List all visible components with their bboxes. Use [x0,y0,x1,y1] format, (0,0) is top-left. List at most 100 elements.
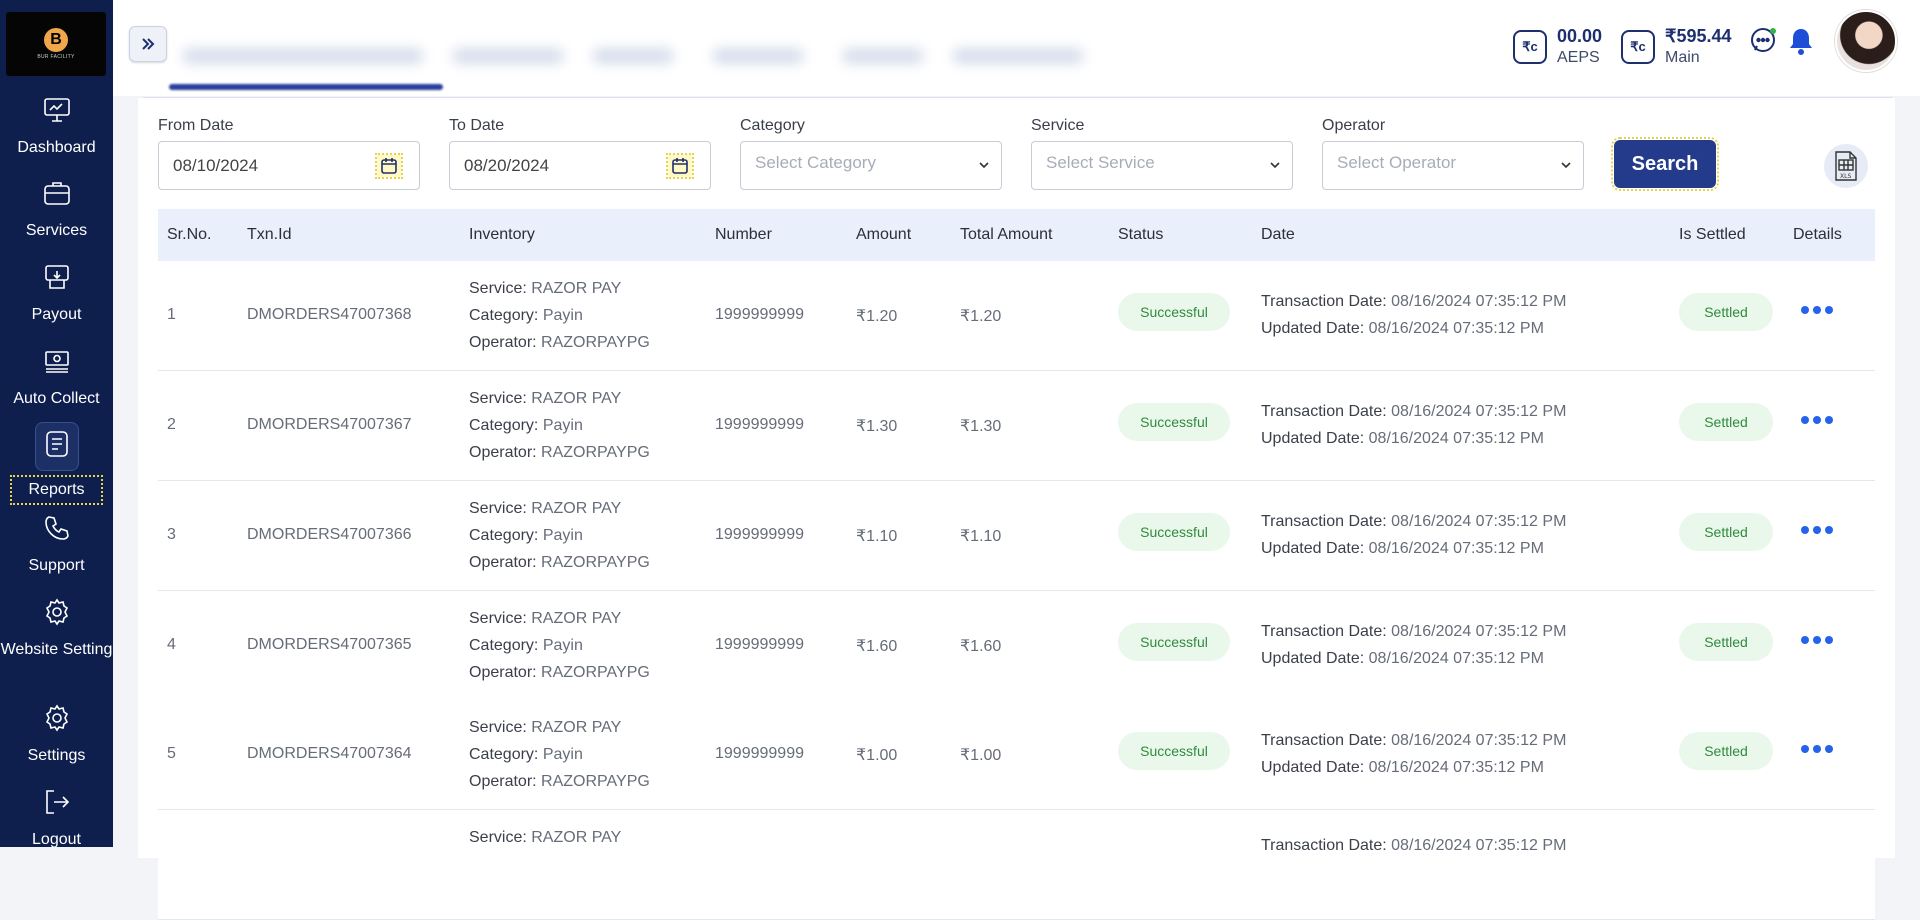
inventory-service: Service: RAZOR PAY [469,385,650,412]
transaction-date: Transaction Date: 08/16/2024 07:35:12 PM [1261,508,1566,535]
upd-date-key: Updated Date: [1261,430,1365,447]
xls-file-icon: XLS [1835,151,1857,181]
inventory-service: Service: RAZOR PAY [469,275,650,302]
txn-date-key: Transaction Date: [1261,293,1387,310]
details-more-icon[interactable] [1801,306,1833,318]
inventory-category: Category: Payin [469,632,650,659]
cell-inventory: Service: RAZOR PAY Category: Payin Operato… [469,385,650,466]
cell-total-amount: ₹1.00 [960,747,1002,764]
cell-total-amount: ₹1.30 [960,418,1002,435]
operator-value: RAZORPAYPG [541,444,650,461]
cell-amount: ₹1.10 [856,528,898,545]
status-badge: Successful [1118,293,1230,331]
chevron-down-icon [979,162,989,169]
inventory-category: Category: Payin [469,412,650,439]
cell-sr-no: 1 [167,306,176,323]
brand-logo[interactable]: B BUR FACILITY [6,12,106,76]
from-date-field[interactable]: 08/10/2024 [158,141,420,190]
aeps-wallet-label: AEPS [1557,49,1600,66]
col-is-settled: Is Settled [1679,226,1746,243]
service-key: Service: [469,829,527,846]
updated-date: Updated Date: 08/16/2024 07:35:12 PM [1261,535,1566,562]
inventory-service: Service: RAZOR PAY [469,714,650,741]
transaction-date: Transaction Date: 08/16/2024 07:35:12 PM [1261,398,1566,425]
details-more-icon[interactable] [1801,416,1833,428]
settled-badge: Settled [1679,293,1773,331]
payout-icon [44,265,69,289]
cell-number: 1999999999 [715,306,804,323]
cell-total-amount: ₹1.20 [960,308,1002,325]
user-avatar[interactable] [1835,10,1897,72]
cell-date: Transaction Date: 08/16/2024 07:35:12 PM… [1261,398,1566,452]
status-badge: Successful [1118,732,1230,770]
txn-date-key: Transaction Date: [1261,623,1387,640]
sidebar-item-dashboard[interactable]: Dashboard [0,95,113,159]
txn-date-value: 08/16/2024 07:35:12 PM [1391,513,1567,530]
category-key: Category: [469,746,539,763]
cell-date: Transaction Date: 08/16/2024 07:35:12 PM… [1261,508,1566,562]
col-date: Date [1261,226,1295,243]
bell-icon[interactable] [1787,26,1815,56]
upd-date-value: 08/16/2024 07:35:12 PM [1368,759,1544,776]
status-badge: Successful [1118,513,1230,551]
sidebar-item-settings[interactable]: Settings [0,703,113,767]
service-value: RAZOR PAY [531,500,622,517]
status-badge: Successful [1118,403,1230,441]
service-placeholder: Select Service [1046,152,1155,172]
sidebar-item-label: Services [25,222,88,239]
cell-amount: ₹1.30 [856,418,898,435]
sidebar-item-services[interactable]: Services [0,178,113,242]
main-wallet-label: Main [1665,49,1700,66]
calendar-icon[interactable] [375,153,403,179]
aeps-wallet-amount: 00.00 [1557,26,1603,46]
service-key: Service: [469,500,527,517]
category-select[interactable]: Select Category [740,141,1002,190]
cell-number: 1999999999 [715,636,804,653]
settled-badge: Settled [1679,732,1773,770]
inventory-operator: Operator: RAZORPAYPG [469,659,650,686]
search-button[interactable]: Search [1611,137,1719,191]
aeps-wallet[interactable]: ₹c 00.00 AEPS [1513,26,1602,67]
category-value: Payin [542,417,583,434]
cell-amount: ₹1.00 [856,747,898,764]
sidebar-item-support[interactable]: Support [0,513,113,577]
calendar-icon[interactable] [666,153,694,179]
expand-sidebar-button[interactable] [129,26,167,62]
sidebar-item-website-setting[interactable]: Website Setting [0,597,113,661]
dashboard-icon [43,98,70,122]
operator-select[interactable]: Select Operator [1322,141,1584,190]
sidebar: B BUR FACILITY Dashboard Services Payout… [0,0,113,848]
upd-date-key: Updated Date: [1261,540,1365,557]
sidebar-item-reports[interactable]: Reports [0,422,113,505]
export-xls-button[interactable]: XLS [1824,144,1868,188]
cell-inventory: Service: RAZOR PAY Category: Payin Operato… [469,605,650,686]
sidebar-item-label: Settings [27,747,86,764]
gear-icon [45,704,68,732]
sidebar-item-auto-collect[interactable]: Auto Collect [0,346,113,410]
cell-number: 1999999999 [715,526,804,543]
sidebar-item-label: Reports [10,475,103,505]
category-label: Category [740,117,805,134]
details-more-icon[interactable] [1801,636,1833,648]
sidebar-item-logout[interactable]: Logout [0,787,113,851]
status-badge: Successful [1118,623,1230,661]
sidebar-item-payout[interactable]: Payout [0,262,113,326]
inventory-category: Category: Payin [469,741,650,768]
cell-date: Transaction Date: 08/16/2024 07:35:12 PM… [1261,727,1566,781]
service-value: RAZOR PAY [531,829,622,846]
details-more-icon[interactable] [1801,745,1833,757]
sidebar-item-label: Logout [32,831,81,848]
operator-placeholder: Select Operator [1337,152,1457,172]
main-wallet[interactable]: ₹c ₹595.44 Main [1621,26,1732,67]
logo-mark: B [44,28,68,52]
to-date-field[interactable]: 08/20/2024 [449,141,711,190]
txn-date-value: 08/16/2024 07:35:12 PM [1391,623,1567,640]
details-more-icon[interactable] [1801,526,1833,538]
reports-icon [45,431,68,457]
service-select[interactable]: Select Service [1031,141,1293,190]
sidebar-item-label: Auto Collect [13,390,100,407]
chat-icon[interactable] [1749,26,1777,54]
operator-value: RAZORPAYPG [541,334,650,351]
service-value: RAZOR PAY [531,610,622,627]
chevron-down-icon [1561,162,1571,169]
